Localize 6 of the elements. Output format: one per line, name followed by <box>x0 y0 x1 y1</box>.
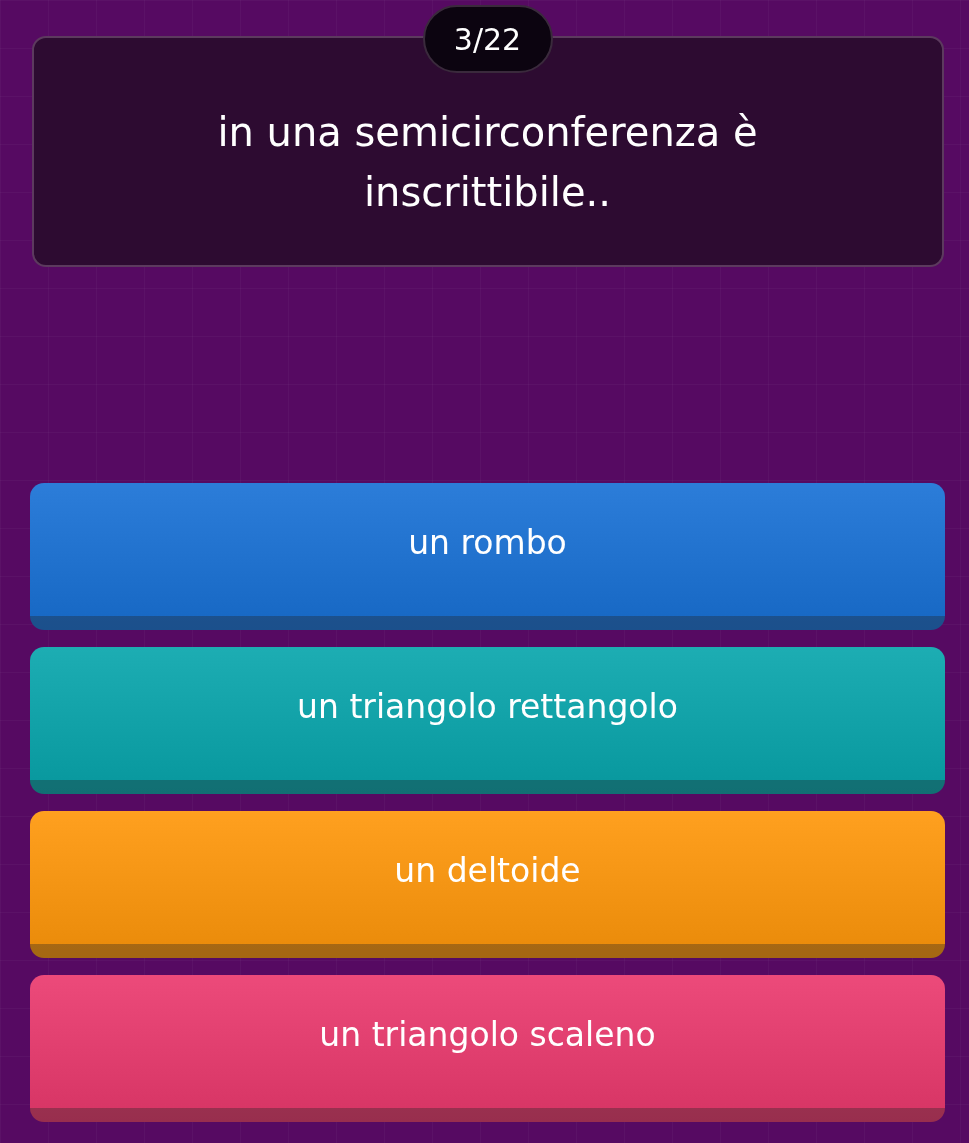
question-text: in una semicirconferenza è inscrittibile.. <box>216 107 759 217</box>
answer-button[interactable]: un rombo <box>30 483 945 630</box>
answer-button[interactable]: un triangolo scaleno <box>30 975 945 1122</box>
question-counter: 3/22 <box>422 5 553 73</box>
answer-button[interactable]: un deltoide <box>30 811 945 958</box>
answer-button[interactable]: un triangolo rettangolo <box>30 647 945 794</box>
